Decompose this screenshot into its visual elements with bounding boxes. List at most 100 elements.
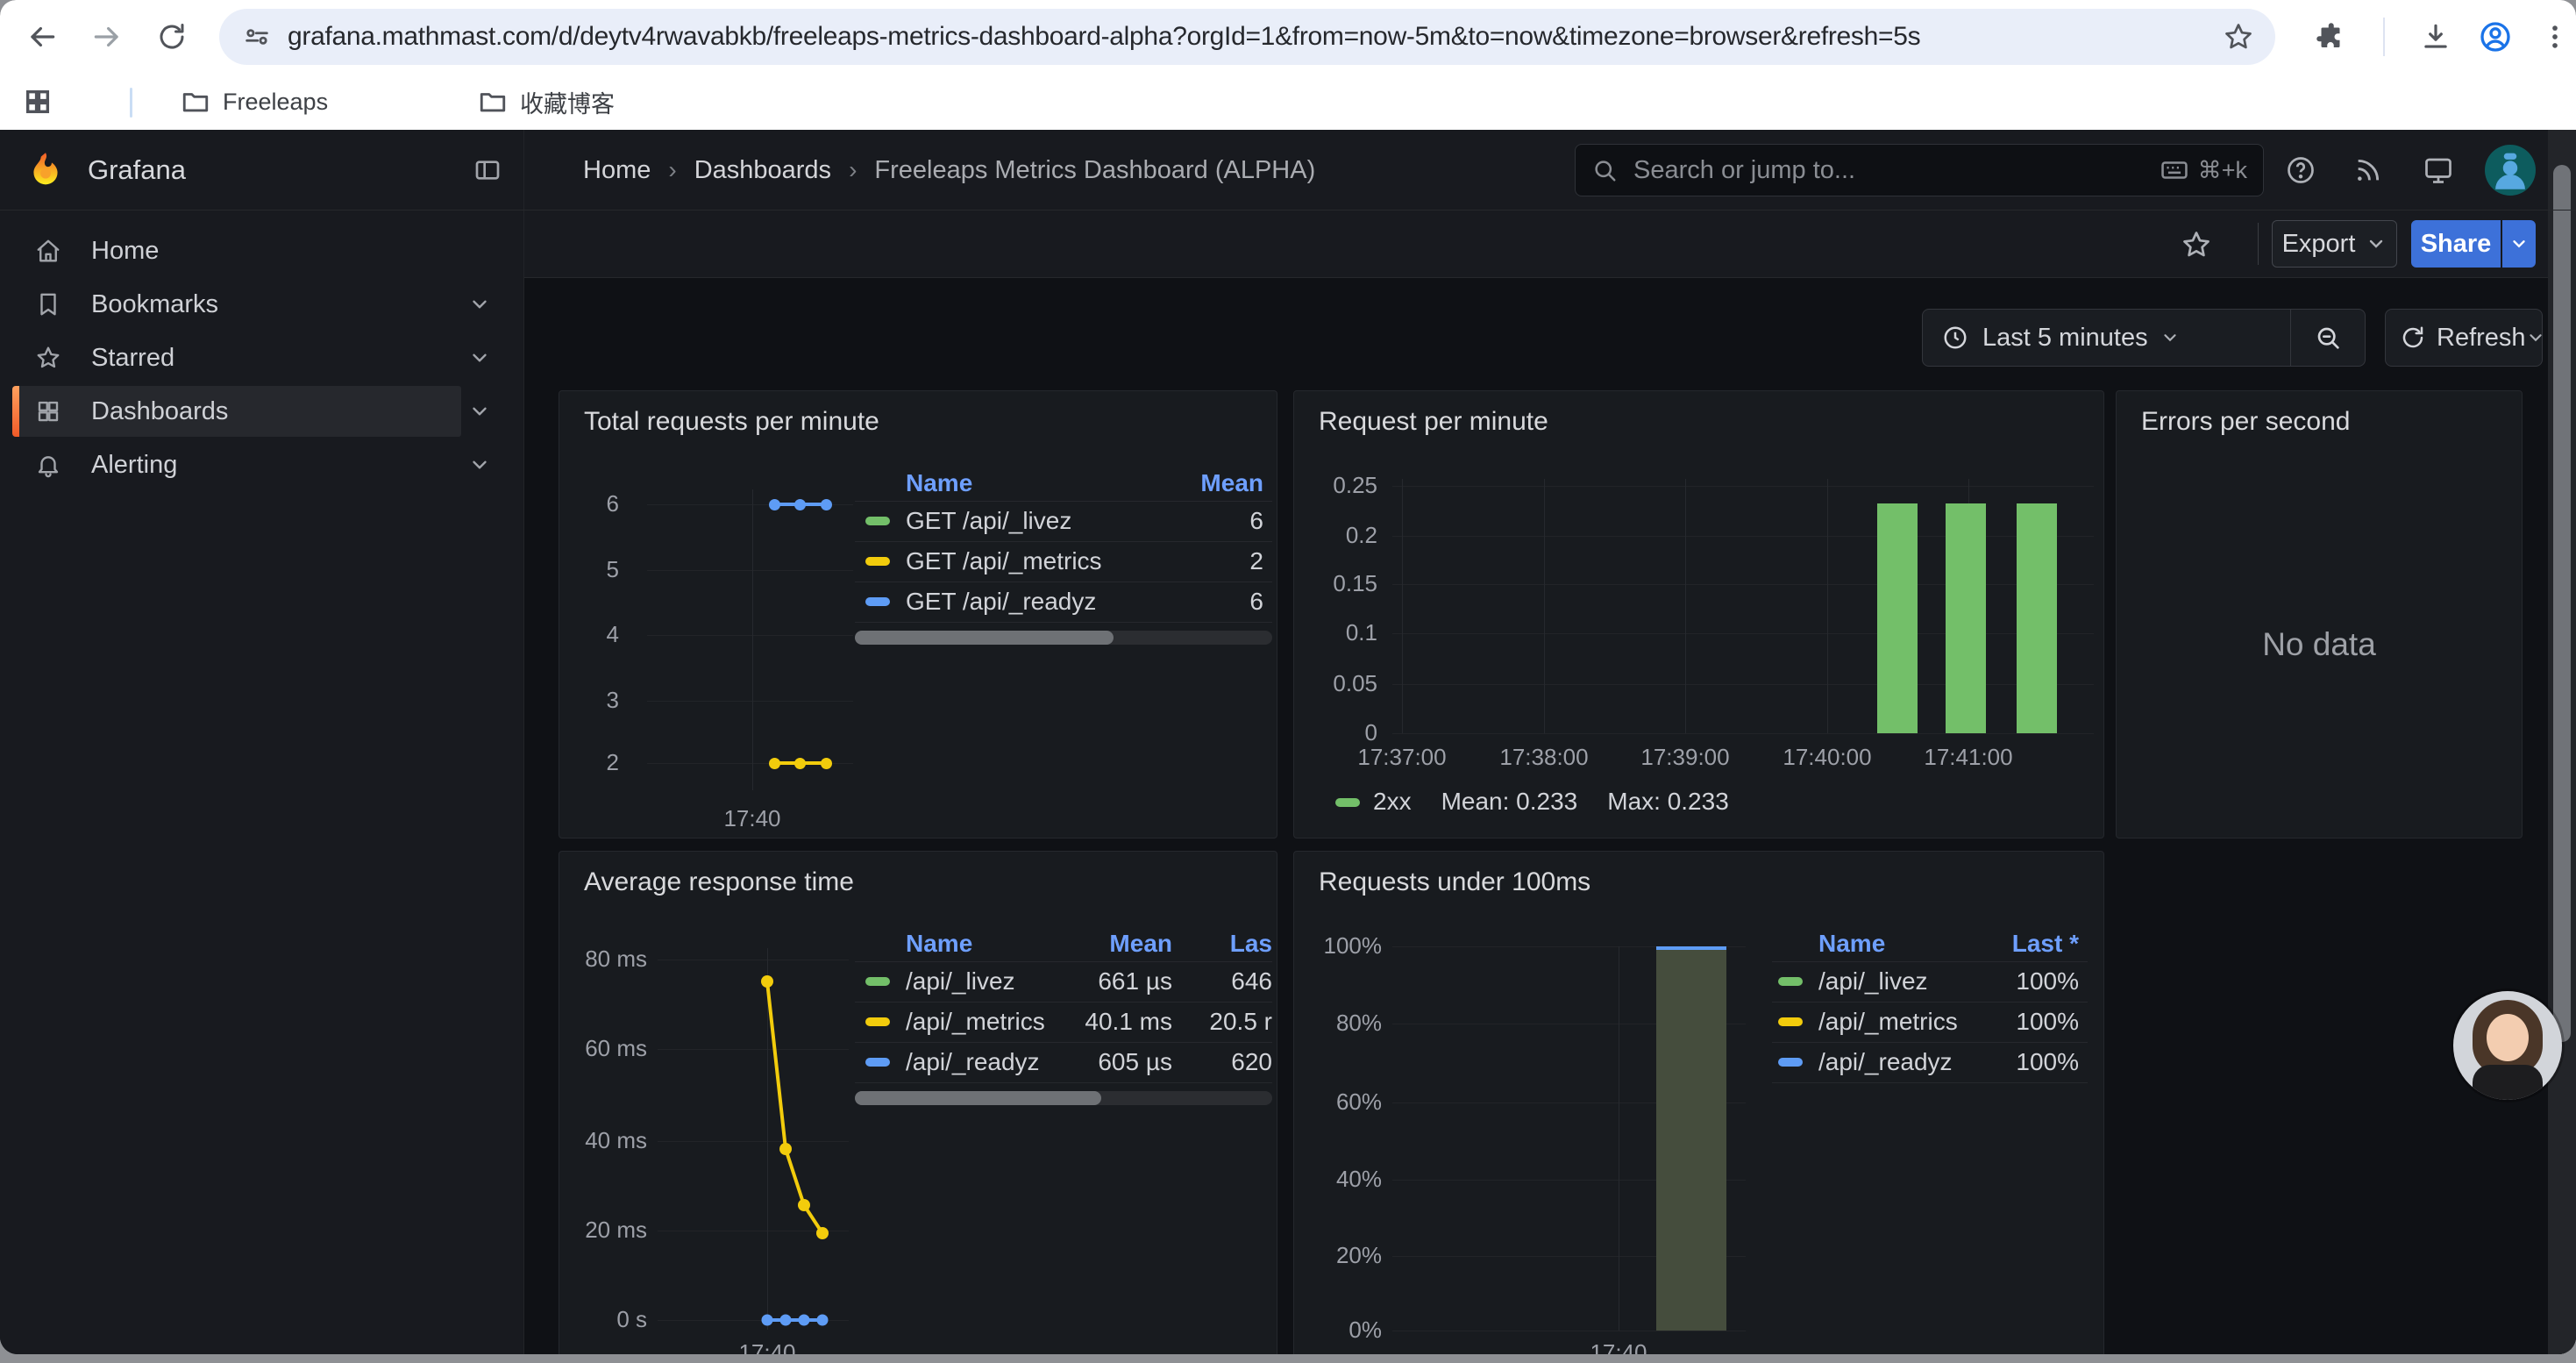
chevron-down-icon[interactable] bbox=[468, 346, 491, 369]
no-data-message: No data bbox=[2117, 626, 2522, 663]
panel-total-requests[interactable]: Total requests per minute 6543217:40Name… bbox=[559, 390, 1277, 838]
legend-series-name[interactable]: /api/_metrics bbox=[1818, 1008, 1958, 1036]
collapse-sidebar-icon[interactable] bbox=[473, 156, 502, 184]
legend-row[interactable]: /api/_readyz100% bbox=[1772, 1042, 2088, 1083]
legend-series-name[interactable]: GET /api/_livez bbox=[906, 507, 1071, 535]
x-axis-tick: 17:41:00 bbox=[1889, 744, 2047, 771]
legend-scrollbar-thumb[interactable] bbox=[855, 631, 1114, 645]
brand-title[interactable]: Grafana bbox=[88, 154, 186, 186]
share-button[interactable]: Share bbox=[2411, 220, 2501, 268]
sidebar-header: Grafana bbox=[0, 130, 524, 211]
gridline bbox=[1392, 486, 2094, 487]
legend-inline[interactable]: 2xxMean: 0.233Max: 0.233 bbox=[1373, 788, 1729, 816]
legend-row[interactable]: GET /api/_metrics2 bbox=[855, 541, 1272, 582]
chevron-down-icon bbox=[2509, 234, 2529, 253]
reload-icon[interactable] bbox=[146, 11, 198, 63]
sidebar-item-label: Alerting bbox=[91, 451, 177, 480]
search-input[interactable]: ⌘+k bbox=[1575, 144, 2264, 196]
legend-row[interactable]: /api/_livez100% bbox=[1772, 961, 2088, 1003]
legend-row[interactable]: /api/_metrics40.1 ms20.5 r bbox=[855, 1002, 1272, 1043]
sidebar-item-dashboards[interactable]: Dashboards bbox=[12, 386, 461, 437]
bar-2xx bbox=[2017, 503, 2057, 733]
legend-series-name[interactable]: GET /api/_readyz bbox=[906, 588, 1096, 616]
panel-title[interactable]: Average response time bbox=[584, 867, 854, 897]
refresh-button-group[interactable]: Refresh bbox=[2385, 309, 2543, 367]
gridline bbox=[1392, 536, 2094, 537]
panel-request-per-minute[interactable]: Request per minute 0.250.20.150.10.05017… bbox=[1293, 390, 2104, 838]
legend-col-name[interactable]: Name bbox=[906, 469, 972, 497]
bookmark-star-icon[interactable] bbox=[2223, 21, 2254, 53]
extensions-icon[interactable] bbox=[2304, 11, 2357, 63]
series-color-pill bbox=[865, 517, 890, 525]
star-dashboard-icon[interactable] bbox=[2181, 229, 2212, 260]
breadcrumb-separator: › bbox=[668, 156, 676, 184]
panel-requests-under-100ms[interactable]: Requests under 100ms 100%80%60%40%20%0%1… bbox=[1293, 851, 2104, 1354]
chevron-down-icon[interactable] bbox=[468, 400, 491, 423]
x-axis-tick: 17:39:00 bbox=[1606, 744, 1764, 771]
news-rss-icon[interactable] bbox=[2351, 153, 2386, 188]
refresh-interval-dropdown[interactable] bbox=[2526, 328, 2545, 347]
address-bar[interactable]: grafana.mathmast.com/d/deytv4rwavabkb/fr… bbox=[219, 9, 2275, 65]
legend-row[interactable]: GET /api/_livez6 bbox=[855, 501, 1272, 542]
y-axis-tick: 20 ms bbox=[564, 1217, 647, 1244]
panel-title[interactable]: Total requests per minute bbox=[584, 407, 879, 437]
legend-row[interactable]: GET /api/_readyz6 bbox=[855, 582, 1272, 623]
panel-title[interactable]: Request per minute bbox=[1319, 407, 1548, 437]
series-color-pill bbox=[1778, 1058, 1803, 1067]
profile-icon[interactable] bbox=[2469, 11, 2522, 63]
legend-last-value: 20.5 r bbox=[855, 1008, 1272, 1036]
apps-grid-icon[interactable] bbox=[23, 81, 53, 123]
url-text[interactable]: grafana.mathmast.com/d/deytv4rwavabkb/fr… bbox=[288, 22, 2212, 52]
chevron-down-icon[interactable] bbox=[468, 453, 491, 476]
legend-col-last[interactable]: Las bbox=[855, 930, 1272, 958]
refresh-icon bbox=[2400, 325, 2426, 351]
legend-series-name[interactable]: /api/_readyz bbox=[1818, 1048, 1953, 1076]
legend-scrollbar[interactable] bbox=[855, 631, 1272, 645]
y-axis-tick: 100% bbox=[1299, 932, 1382, 960]
sidebar-item-bookmarks[interactable]: Bookmarks bbox=[12, 279, 512, 330]
download-icon[interactable] bbox=[2409, 11, 2462, 63]
legend-col-name[interactable]: Name bbox=[1818, 930, 1885, 958]
chevron-down-icon[interactable] bbox=[468, 293, 491, 316]
page-scrollbar[interactable] bbox=[2548, 130, 2576, 1354]
panel-average-response-time[interactable]: Average response time 80 ms60 ms40 ms20 … bbox=[559, 851, 1277, 1354]
legend-scrollbar-thumb[interactable] bbox=[855, 1091, 1101, 1105]
bookmark-folder-blogs[interactable]: 收藏博客 bbox=[478, 81, 615, 123]
user-avatar[interactable] bbox=[2485, 145, 2536, 196]
legend-series-name[interactable]: GET /api/_metrics bbox=[906, 547, 1102, 575]
legend-row[interactable]: /api/_readyz605 µs620 bbox=[855, 1042, 1272, 1083]
legend-series-name[interactable]: /api/_livez bbox=[1818, 967, 1928, 995]
panel-errors-per-second[interactable]: Errors per second No data bbox=[2116, 390, 2523, 838]
back-icon[interactable] bbox=[16, 11, 68, 63]
legend-col-value[interactable]: Mean bbox=[1200, 469, 1263, 497]
panel-title[interactable]: Requests under 100ms bbox=[1319, 867, 1590, 897]
menu-dots-icon[interactable] bbox=[2529, 11, 2576, 63]
legend-row[interactable]: /api/_livez661 µs646 bbox=[855, 961, 1272, 1003]
breadcrumb-item[interactable]: Dashboards bbox=[694, 156, 831, 185]
legend-col-value[interactable]: Last * bbox=[2012, 930, 2079, 958]
help-icon[interactable] bbox=[2283, 153, 2318, 188]
search-field[interactable] bbox=[1632, 155, 2160, 186]
scrollbar-thumb[interactable] bbox=[2553, 165, 2571, 1042]
time-range-picker[interactable]: Last 5 minutes bbox=[1922, 309, 2366, 367]
legend-last-value: 646 bbox=[855, 967, 1272, 995]
forward-icon[interactable] bbox=[81, 11, 133, 63]
bookmark-folder-freeleaps[interactable]: Freeleaps bbox=[181, 81, 328, 123]
share-dropdown-button[interactable] bbox=[2502, 220, 2536, 268]
legend-series-name[interactable]: 2xx bbox=[1373, 788, 1412, 816]
site-settings-icon[interactable] bbox=[242, 22, 272, 52]
sidebar-menu: HomeBookmarksStarredDashboards Alerting bbox=[0, 211, 524, 493]
floating-assistant-avatar[interactable] bbox=[2453, 991, 2562, 1100]
zoom-out-button[interactable] bbox=[2291, 324, 2365, 352]
grafana-logo-icon[interactable] bbox=[26, 151, 65, 189]
data-point bbox=[821, 499, 832, 510]
legend-scrollbar[interactable] bbox=[855, 1091, 1272, 1105]
legend-row[interactable]: /api/_metrics100% bbox=[1772, 1002, 2088, 1043]
sidebar-item-home[interactable]: Home bbox=[12, 225, 512, 276]
sidebar-item-alerting[interactable]: Alerting bbox=[12, 439, 512, 490]
monitor-icon[interactable] bbox=[2421, 153, 2456, 188]
breadcrumb-item[interactable]: Home bbox=[583, 156, 651, 185]
sidebar-item-starred[interactable]: Starred bbox=[12, 332, 512, 383]
export-button[interactable]: Export bbox=[2272, 220, 2397, 268]
panel-title[interactable]: Errors per second bbox=[2141, 407, 2350, 437]
